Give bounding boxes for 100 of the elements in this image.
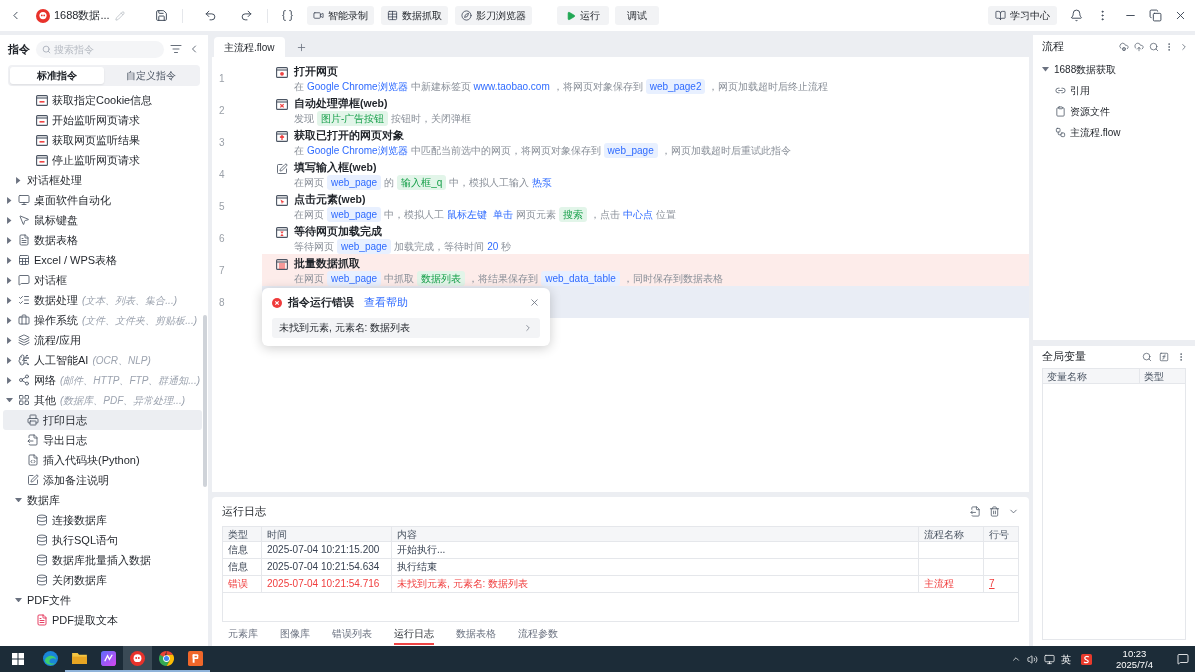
command-group[interactable]: 对话框处理 (3, 170, 202, 190)
command-group[interactable]: 数据表格 (3, 230, 202, 250)
monitor-icon[interactable] (1044, 653, 1055, 665)
input-language[interactable]: 英 (1061, 651, 1071, 667)
search-icon[interactable] (1149, 42, 1159, 52)
command-group[interactable]: 数据处理 (文本、列表、集合...) (3, 290, 202, 310)
cloud-gear-icon[interactable] (1119, 42, 1129, 52)
command-group[interactable]: 其他 (数据库、PDF、异常处理...) (3, 390, 202, 410)
input-method-icon[interactable] (1081, 653, 1092, 665)
command-group[interactable]: 数据库 (3, 490, 202, 510)
bottom-tab[interactable]: 元素库 (228, 623, 258, 645)
robot-app-icon (130, 650, 145, 666)
variable-chip[interactable]: web_page (327, 175, 382, 190)
command-tab[interactable]: 自定义指令 (104, 67, 198, 84)
caret-right-icon[interactable] (7, 356, 12, 364)
filter-icon[interactable] (170, 43, 182, 55)
caret-down-icon[interactable] (15, 497, 22, 503)
caret-right-icon[interactable] (7, 296, 12, 304)
flow-step[interactable]: 批量数据抓取 在网页 web_page 中抓取 数据列表 ，将结果保存到 web_data_table ，同时保存到数据表格 (262, 254, 1029, 286)
flow-tree-item[interactable]: 1688数据获取 (1033, 59, 1195, 80)
column-header: 时间 (261, 527, 391, 542)
run-button[interactable]: 运行 (556, 6, 609, 25)
command-item[interactable]: 获取指定Cookie信息 (3, 90, 202, 110)
bottom-tab[interactable]: 图像库 (280, 623, 310, 645)
variable-chip[interactable]: web_page (327, 207, 382, 222)
command-item[interactable]: 获取网页监听结果 (3, 130, 202, 150)
toolbar-button[interactable]: 智能录制 (306, 6, 374, 25)
chevron-right-icon[interactable] (1179, 42, 1189, 52)
command-item[interactable]: 打印日志 (3, 410, 202, 430)
command-item[interactable]: 连接数据库 (3, 510, 202, 530)
command-group[interactable]: 桌面软件自动化 (3, 190, 202, 210)
flow-tree-item[interactable]: 资源文件 (1033, 101, 1195, 122)
function-icon[interactable] (1159, 352, 1169, 362)
caret-right-icon[interactable] (7, 216, 12, 224)
caret-right-icon[interactable] (7, 276, 12, 284)
debug-button[interactable]: 调试 (614, 6, 659, 25)
command-group[interactable]: 网络 (邮件、HTTP、FTP、群通知...) (3, 370, 202, 390)
table-cell-text: 主流程 (923, 577, 955, 591)
command-group[interactable]: 对话框 (3, 270, 202, 290)
table-cell-text: 错误 (227, 577, 249, 591)
project-title: 1688数据... (54, 8, 110, 24)
variable-chip[interactable]: web_page2 (645, 79, 706, 94)
caret-right-icon[interactable] (7, 236, 12, 244)
error-detail-row[interactable]: 未找到元素, 元素名: 数据列表 (272, 317, 540, 338)
learning-center-button[interactable]: 学习中心 (988, 6, 1057, 25)
page-window-icon (36, 94, 48, 106)
bottom-tab[interactable]: 流程参数 (518, 623, 558, 645)
command-item[interactable]: 导出日志 (3, 430, 202, 450)
variable-chip[interactable]: web_data_table (541, 271, 620, 286)
caret-right-icon[interactable] (16, 176, 21, 184)
chat-bubble-icon (18, 274, 30, 286)
line-link[interactable]: 7 (984, 576, 1000, 592)
trash-icon[interactable] (989, 506, 1000, 517)
caret-right-icon[interactable] (7, 336, 12, 344)
file-tab[interactable]: 主流程.flow (214, 37, 285, 57)
taskbar-app[interactable] (123, 646, 152, 672)
app-logo-icon (36, 8, 50, 23)
caret-right-icon[interactable] (7, 256, 12, 264)
speaker-icon[interactable] (1027, 653, 1038, 665)
close-button[interactable] (528, 296, 540, 309)
flow-tree-item[interactable]: 主流程.flow (1033, 122, 1195, 143)
bottom-tab[interactable]: 数据表格 (456, 623, 496, 645)
toolbar-button[interactable]: 影刀浏览器 (454, 6, 532, 25)
command-item[interactable]: 执行SQL语句 (3, 530, 202, 550)
caret-down-icon[interactable] (1042, 67, 1049, 72)
chevron-up-icon[interactable] (1011, 654, 1021, 664)
command-item[interactable]: 关闭数据库 (3, 570, 202, 590)
bottom-tab[interactable]: 错误列表 (332, 623, 372, 645)
caret-down-icon[interactable] (6, 397, 13, 403)
command-item[interactable]: 插入代码块(Python) (3, 450, 202, 470)
command-group[interactable]: 鼠标键盘 (3, 210, 202, 230)
clock-time[interactable]: 10:23 (1122, 648, 1147, 659)
command-group[interactable]: 操作系统 (文件、文件夹、剪贴板...) (3, 310, 202, 330)
search-icon[interactable] (1142, 352, 1152, 362)
command-group[interactable]: Excel / WPS表格 (3, 250, 202, 270)
command-item[interactable]: 数据库批量插入数据 (3, 550, 202, 570)
notification-icon[interactable] (1177, 653, 1189, 665)
variable-chip[interactable]: web_page (337, 239, 392, 254)
cloud-upload-icon[interactable] (1134, 42, 1144, 52)
variable-chip[interactable]: web_page (327, 271, 382, 286)
command-tab[interactable]: 标准指令 (10, 67, 104, 84)
command-group[interactable]: 人工智能AI (OCR、NLP) (3, 350, 202, 370)
caret-down-icon[interactable] (15, 597, 22, 603)
command-item[interactable]: 开始监听网页请求 (3, 110, 202, 130)
caret-right-icon[interactable] (7, 196, 12, 204)
step-title: 获取已打开的网页对象 (294, 129, 405, 142)
page-window-icon (36, 114, 48, 126)
command-item[interactable]: 添加备注说明 (3, 470, 202, 490)
caret-right-icon[interactable] (7, 376, 12, 384)
toolbar-button[interactable]: 数据抓取 (380, 6, 448, 25)
help-link[interactable]: 查看帮助 (364, 295, 408, 311)
caret-right-icon[interactable] (7, 316, 12, 324)
command-group[interactable]: 流程/应用 (3, 330, 202, 350)
clock-date[interactable]: 2025/7/4 (1116, 659, 1153, 670)
command-group[interactable]: PDF文件 (3, 590, 202, 610)
command-item[interactable]: PDF提取文本 (3, 610, 202, 630)
variable-chip[interactable]: web_page (603, 143, 658, 158)
flow-tree-item[interactable]: 引用 (1033, 80, 1195, 101)
export-icon[interactable] (970, 506, 981, 517)
command-item[interactable]: 停止监听网页请求 (3, 150, 202, 170)
